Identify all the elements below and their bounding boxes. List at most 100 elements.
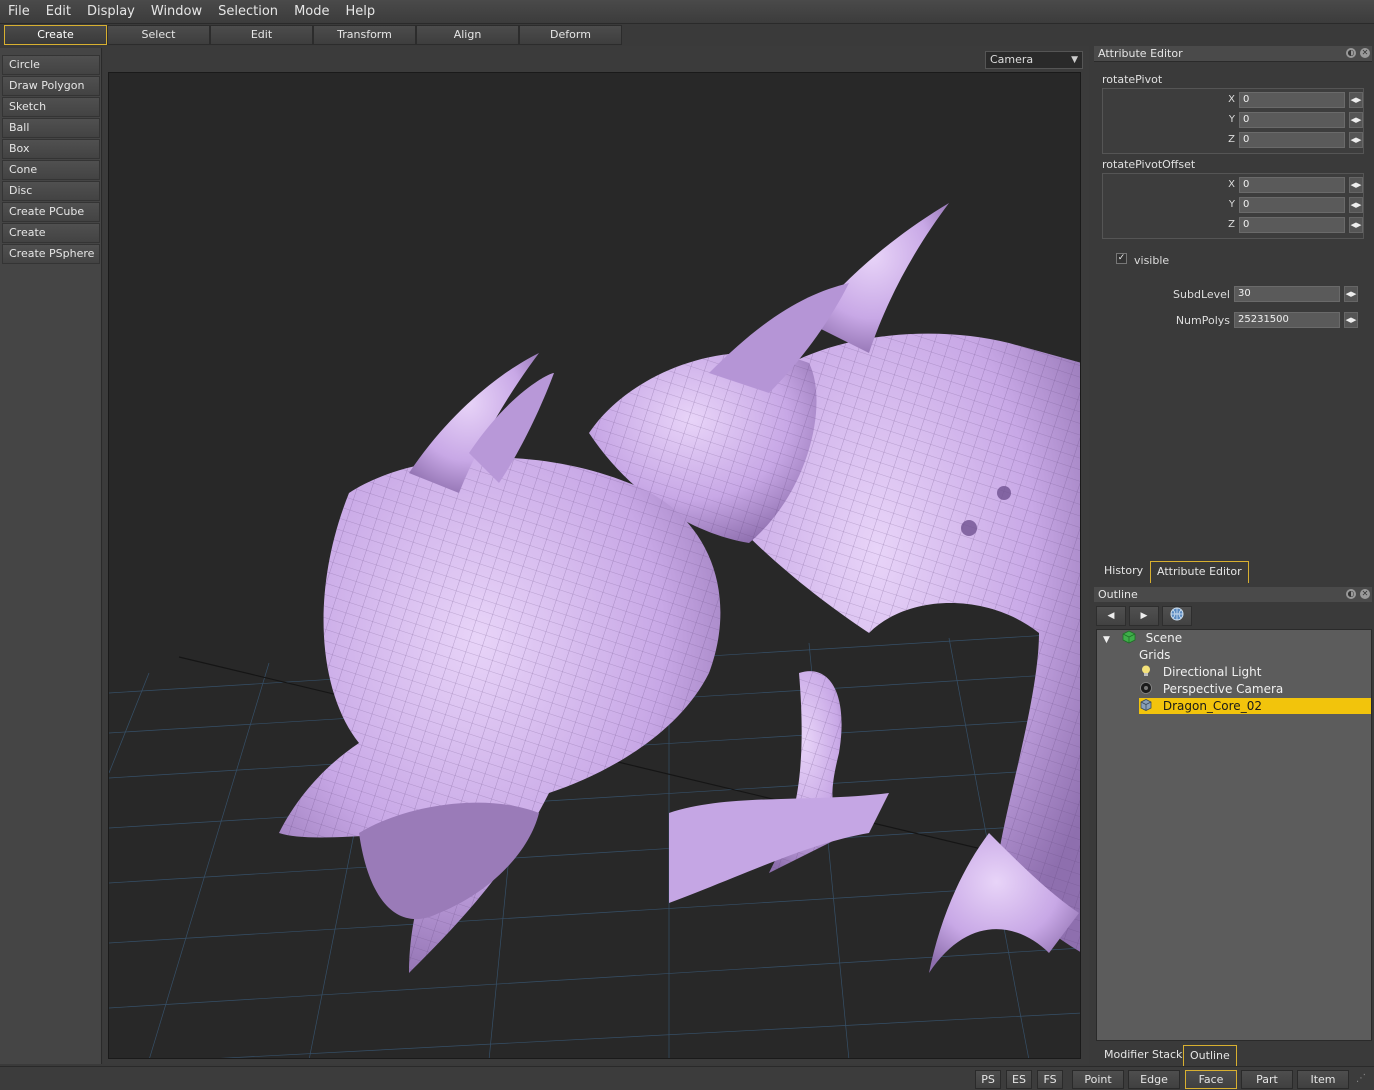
visible-checkbox[interactable]: ✓ <box>1116 253 1127 264</box>
scene-icon <box>1122 630 1136 644</box>
ps-button[interactable]: PS <box>975 1070 1001 1089</box>
fs-button[interactable]: FS <box>1037 1070 1063 1089</box>
menu-selection[interactable]: Selection <box>218 4 278 19</box>
cone-button[interactable]: Cone <box>2 160 100 180</box>
camera-dropdown-value: Camera <box>990 53 1034 66</box>
rotate-pivot-x-stepper[interactable]: ◀▶ <box>1349 92 1363 108</box>
tree-item-dragon-core[interactable]: Dragon_Core_02 <box>1139 698 1371 714</box>
outline-title: Outline <box>1098 588 1138 601</box>
menu-bar: File Edit Display Window Selection Mode … <box>0 0 1374 24</box>
tree-item-label: Grids <box>1139 648 1171 662</box>
es-button[interactable]: ES <box>1006 1070 1032 1089</box>
expand-arrow-icon[interactable]: ▼ <box>1103 635 1110 645</box>
sketch-button[interactable]: Sketch <box>2 97 100 117</box>
tab-outline[interactable]: Outline <box>1183 1045 1237 1067</box>
tree-item-grids[interactable]: Grids <box>1139 647 1170 663</box>
tab-edit[interactable]: Edit <box>210 25 313 45</box>
tab-align[interactable]: Align <box>416 25 519 45</box>
tab-history[interactable]: History <box>1098 561 1150 583</box>
menu-file[interactable]: File <box>8 4 30 19</box>
axis-z-label: Z <box>1228 134 1235 145</box>
resize-grip-icon[interactable]: ⋰ <box>1356 1073 1370 1087</box>
outline-header: Outline ◐ ✕ <box>1094 587 1372 603</box>
mesh-cube-icon <box>1140 699 1152 711</box>
subd-level-stepper[interactable]: ◀▶ <box>1344 286 1358 302</box>
num-polys-stepper[interactable]: ◀▶ <box>1344 312 1358 328</box>
item-mode-button[interactable]: Item <box>1297 1070 1349 1089</box>
point-mode-button[interactable]: Point <box>1072 1070 1124 1089</box>
rotate-pivot-offset-y-stepper[interactable]: ◀▶ <box>1349 197 1363 213</box>
camera-icon <box>1140 682 1152 694</box>
menu-window[interactable]: Window <box>151 4 202 19</box>
forward-button[interactable]: ▶ <box>1129 606 1159 626</box>
close-icon[interactable]: ✕ <box>1360 589 1370 599</box>
dragon-mesh <box>279 203 1080 973</box>
axis-z-label: Z <box>1228 219 1235 230</box>
tab-attribute-editor[interactable]: Attribute Editor <box>1150 561 1249 583</box>
tab-transform[interactable]: Transform <box>313 25 416 45</box>
menu-display[interactable]: Display <box>87 4 135 19</box>
subd-level-field[interactable]: 30 <box>1234 286 1340 302</box>
tab-modifier-stack[interactable]: Modifier Stack <box>1098 1045 1189 1067</box>
axis-x-label: X <box>1228 179 1235 190</box>
rotate-pivot-offset-group: X 0 ◀▶ Y 0 ◀▶ Z 0 ◀▶ <box>1102 173 1364 239</box>
axis-y-label: Y <box>1228 199 1235 210</box>
box-button[interactable]: Box <box>2 139 100 159</box>
rotate-pivot-y-field[interactable]: 0 <box>1239 112 1345 128</box>
tab-select[interactable]: Select <box>107 25 210 45</box>
disc-button[interactable]: Disc <box>2 181 100 201</box>
face-mode-button[interactable]: Face <box>1185 1070 1237 1089</box>
axis-x-label: X <box>1228 94 1235 105</box>
rotate-pivot-z-field[interactable]: 0 <box>1239 132 1345 148</box>
tab-create[interactable]: Create <box>4 25 107 45</box>
back-button[interactable]: ◀ <box>1096 606 1126 626</box>
rotate-pivot-z-stepper[interactable]: ◀▶ <box>1349 132 1363 148</box>
create-shelf: Circle Draw Polygon Sketch Ball Box Cone… <box>0 48 102 1064</box>
viewport-scene <box>109 203 1080 1058</box>
part-mode-button[interactable]: Part <box>1241 1070 1293 1089</box>
tree-item-label: Dragon_Core_02 <box>1162 699 1262 713</box>
rotate-pivot-x-field[interactable]: 0 <box>1239 92 1345 108</box>
rotate-pivot-label: rotatePivot <box>1102 73 1163 86</box>
circle-button[interactable]: Circle <box>2 55 100 75</box>
attribute-editor-panel: rotatePivot X 0 ◀▶ Y 0 ◀▶ Z 0 ◀▶ rotateP… <box>1094 62 1372 558</box>
create-psphere-button[interactable]: Create PSphere <box>2 244 100 264</box>
axis-y-label: Y <box>1228 114 1235 125</box>
tree-item-perspective-camera[interactable]: Perspective Camera <box>1139 681 1283 697</box>
create-pcube-button[interactable]: Create PCube <box>2 202 100 222</box>
num-polys-field[interactable]: 25231500 <box>1234 312 1340 328</box>
float-panel-icon[interactable]: ◐ <box>1346 48 1356 58</box>
float-panel-icon[interactable]: ◐ <box>1346 589 1356 599</box>
status-bar: PS ES FS Point Edge Face Part Item ⋰ <box>0 1066 1374 1090</box>
tree-item-label: Directional Light <box>1162 665 1262 679</box>
rotate-pivot-offset-x-field[interactable]: 0 <box>1239 177 1345 193</box>
outline-tree: ▼ Scene Grids Directional Light Perspect… <box>1096 629 1372 1041</box>
globe-button[interactable] <box>1162 606 1192 626</box>
camera-dropdown[interactable]: Camera ▼ <box>985 51 1083 69</box>
tree-item-label: Perspective Camera <box>1162 682 1284 696</box>
rotate-pivot-y-stepper[interactable]: ◀▶ <box>1349 112 1363 128</box>
tool-tab-bar: Create Select Edit Transform Align Defor… <box>0 24 1374 46</box>
rotate-pivot-offset-label: rotatePivotOffset <box>1102 158 1196 171</box>
rotate-pivot-offset-x-stepper[interactable]: ◀▶ <box>1349 177 1363 193</box>
ball-button[interactable]: Ball <box>2 118 100 138</box>
menu-help[interactable]: Help <box>345 4 375 19</box>
draw-polygon-button[interactable]: Draw Polygon <box>2 76 100 96</box>
tree-item-scene[interactable]: ▼ Scene <box>1103 630 1182 646</box>
rotate-pivot-offset-y-field[interactable]: 0 <box>1239 197 1345 213</box>
chevron-down-icon: ▼ <box>1071 55 1078 65</box>
edge-mode-button[interactable]: Edge <box>1128 1070 1180 1089</box>
3d-viewport[interactable] <box>108 72 1081 1059</box>
visible-label: visible <box>1134 254 1170 267</box>
attribute-editor-title: Attribute Editor <box>1098 47 1183 60</box>
menu-edit[interactable]: Edit <box>46 4 71 19</box>
tree-item-directional-light[interactable]: Directional Light <box>1139 664 1262 680</box>
menu-mode[interactable]: Mode <box>294 4 329 19</box>
tab-deform[interactable]: Deform <box>519 25 622 45</box>
close-icon[interactable]: ✕ <box>1360 48 1370 58</box>
globe-icon <box>1170 607 1184 621</box>
create-pcylinder-button[interactable]: Create PCylinder <box>2 223 100 257</box>
attribute-editor-header: Attribute Editor ◐ ✕ <box>1094 46 1372 62</box>
rotate-pivot-offset-z-stepper[interactable]: ◀▶ <box>1349 217 1363 233</box>
rotate-pivot-offset-z-field[interactable]: 0 <box>1239 217 1345 233</box>
